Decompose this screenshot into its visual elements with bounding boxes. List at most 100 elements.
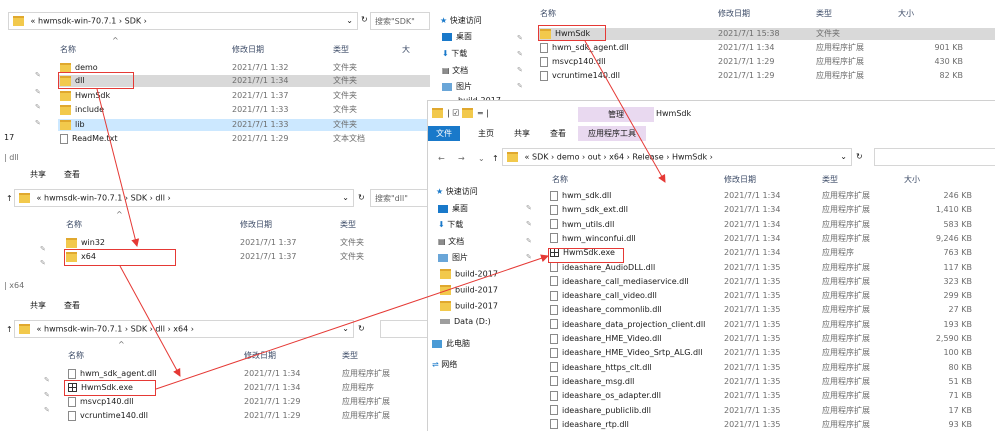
back-arrow-icon[interactable]: ↑ xyxy=(6,325,13,334)
search-input[interactable]: 搜索"dll" xyxy=(370,189,430,207)
col-name-header[interactable]: 名称 xyxy=(552,174,568,185)
crumb-hwmsdk[interactable]: hwmsdk-win-70.7.1 xyxy=(38,17,116,26)
address-bar[interactable]: « hwmsdk-win-70.7.1 › SDK › dll › x64 › … xyxy=(14,320,354,338)
list-item[interactable]: ideashare_commonlib.dll 2021/7/1 1:35 应用程序… xyxy=(548,304,995,316)
list-item[interactable]: vcruntime140.dll 2021/7/1 1:29 应用程序扩展 82… xyxy=(538,70,995,82)
tab-home[interactable]: 主页 xyxy=(478,128,494,139)
list-item[interactable]: ideashare_HME_Video_Srtp_ALG.dll 2021/7/1… xyxy=(548,347,995,359)
list-item[interactable]: vcruntime140.dll 2021/7/1 1:29 应用程序扩展 xyxy=(66,410,430,422)
tab-share[interactable]: 共享 xyxy=(514,128,530,139)
chevron-down-icon[interactable]: ⌄ xyxy=(342,324,349,333)
tab-file[interactable]: 文件 xyxy=(428,126,460,141)
list-item[interactable]: ReadMe.txt 2021/7/1 1:29 文本文档 xyxy=(58,133,430,145)
nav-pictures[interactable]: 图片 xyxy=(442,81,472,92)
back-arrow-icon[interactable]: ↑ xyxy=(6,194,13,203)
refresh-icon[interactable]: ↻ xyxy=(856,152,863,161)
list-item[interactable]: hwm_sdk_ext.dll 2021/7/1 1:34 应用程序扩展 1,410 … xyxy=(548,204,995,216)
chevron-down-icon[interactable]: ⌄ xyxy=(346,16,353,25)
col-type-header[interactable]: 类型 xyxy=(340,219,356,230)
address-bar[interactable]: « hwmsdk-win-70.7.1 › SDK › ⌄ xyxy=(8,12,358,30)
search-input[interactable] xyxy=(380,320,430,338)
address-bar[interactable]: « hwmsdk-win-70.7.1 › SDK › dll › ⌄ xyxy=(14,189,354,207)
list-item[interactable]: hwm_sdk_agent.dll 2021/7/1 1:34 应用程序扩展 xyxy=(66,368,430,380)
list-item[interactable]: ideashare_call_video.dll 2021/7/1 1:35 应用程… xyxy=(548,290,995,302)
refresh-icon[interactable]: ↻ xyxy=(358,193,365,202)
file-type: 应用程序扩展 xyxy=(822,219,870,229)
col-name-header[interactable]: 名称 xyxy=(60,44,76,55)
col-name-header[interactable]: 名称 xyxy=(540,8,556,19)
list-item[interactable]: include 2021/7/1 1:33 文件夹 xyxy=(58,104,430,116)
crumb-back[interactable]: « xyxy=(31,17,36,26)
list-item[interactable]: ideashare_rtp.dll 2021/7/1 1:35 应用程序扩展 93 K… xyxy=(548,419,995,431)
nav-quick-access[interactable]: ★ 快速访问 xyxy=(440,15,482,26)
search-input[interactable]: 搜索"SDK" xyxy=(370,12,430,30)
col-date-header[interactable]: 修改日期 xyxy=(240,219,272,230)
crumb-sdk[interactable]: SDK xyxy=(125,17,141,26)
forward-icon[interactable]: → xyxy=(458,154,465,163)
chevron-down-icon[interactable]: ⌄ xyxy=(342,193,349,202)
col-type-header[interactable]: 类型 xyxy=(333,44,349,55)
col-type-header[interactable]: 类型 xyxy=(342,350,358,361)
nav-documents[interactable]: ▤ 文档 xyxy=(438,236,464,247)
nav-data-drive[interactable]: Data (D:) xyxy=(440,317,491,326)
list-item[interactable]: hwm_sdk_agent.dll 2021/7/1 1:34 应用程序扩展 9… xyxy=(538,42,995,54)
list-item[interactable]: ideashare_msg.dll 2021/7/1 1:35 应用程序扩展 51 K… xyxy=(548,376,995,388)
col-date-header[interactable]: 修改日期 xyxy=(232,44,264,55)
manage-tab-header[interactable]: 管理 xyxy=(578,107,654,122)
file-size: 100 KB xyxy=(943,348,972,358)
nav-this-pc[interactable]: 此电脑 xyxy=(432,338,470,349)
up-arrow-icon[interactable]: ↑ xyxy=(492,154,499,163)
col-name-header[interactable]: 名称 xyxy=(68,350,84,361)
list-item[interactable]: hwm_winconfui.dll 2021/7/1 1:34 应用程序扩展 9,24… xyxy=(548,233,995,245)
chevron-down-icon[interactable]: ⌄ xyxy=(478,154,485,163)
col-size-header[interactable]: 大 xyxy=(402,44,410,55)
nav-pictures[interactable]: 图片 xyxy=(438,252,468,263)
tab-view[interactable]: 查看 xyxy=(64,169,80,180)
list-item[interactable]: ideashare_call_mediaservice.dll 2021/7/1 … xyxy=(548,276,995,288)
list-item[interactable]: msvcp140.dll 2021/7/1 1:29 应用程序扩展 430 KB xyxy=(538,56,995,68)
nav-desktop[interactable]: 桌面 xyxy=(438,203,468,214)
nav-build-2017[interactable]: build-2017 xyxy=(440,269,498,279)
refresh-icon[interactable]: ↻ xyxy=(361,15,368,24)
list-item[interactable]: ideashare_publiclib.dll 2021/7/1 1:35 应用程序… xyxy=(548,405,995,417)
list-item[interactable]: win32 2021/7/1 1:37 文件夹 xyxy=(64,237,430,249)
list-item[interactable]: msvcp140.dll 2021/7/1 1:29 应用程序扩展 xyxy=(66,396,430,408)
nav-downloads[interactable]: ⬇ 下载 xyxy=(442,48,467,59)
tab-app-tools[interactable]: 应用程序工具 xyxy=(578,126,646,141)
list-item[interactable]: hwm_sdk.dll 2021/7/1 1:34 应用程序扩展 246 KB xyxy=(548,190,995,202)
list-item[interactable]: ideashare_AudioDLL.dll 2021/7/1 1:35 应用程序扩… xyxy=(548,262,995,274)
col-type-header[interactable]: 类型 xyxy=(822,174,838,185)
col-size-header[interactable]: 大小 xyxy=(904,174,920,185)
nav-network[interactable]: ⇌ 网络 xyxy=(432,359,457,370)
list-item[interactable]: lib 2021/7/1 1:33 文件夹 xyxy=(58,119,430,131)
tab-share[interactable]: 共享 xyxy=(30,300,46,311)
quick-access-toolbar[interactable]: | ☑ = | xyxy=(432,108,489,118)
nav-build-2017[interactable]: build-2017 xyxy=(440,285,498,295)
refresh-icon[interactable]: ↻ xyxy=(358,324,365,333)
col-date-header[interactable]: 修改日期 xyxy=(718,8,750,19)
col-date-header[interactable]: 修改日期 xyxy=(724,174,756,185)
list-item[interactable]: ideashare_data_projection_client.dll 2021… xyxy=(548,319,995,331)
tab-view[interactable]: 查看 xyxy=(550,128,566,139)
nav-desktop[interactable]: 桌面 xyxy=(442,31,472,42)
list-item[interactable]: HwmSdk 2021/7/1 15:38 文件夹 xyxy=(538,28,995,40)
col-date-header[interactable]: 修改日期 xyxy=(244,350,276,361)
chevron-down-icon[interactable]: ⌄ xyxy=(840,152,847,161)
list-item[interactable]: ideashare_os_adapter.dll 2021/7/1 1:35 应用程… xyxy=(548,390,995,402)
list-item[interactable]: ideashare_HME_Video.dll 2021/7/1 1:35 应用程序… xyxy=(548,333,995,345)
tab-share[interactable]: 共享 xyxy=(30,169,46,180)
col-size-header[interactable]: 大小 xyxy=(898,8,914,19)
nav-build-2017[interactable]: build-2017 xyxy=(440,301,498,311)
tab-view[interactable]: 查看 xyxy=(64,300,80,311)
col-name-header[interactable]: 名称 xyxy=(66,219,82,230)
list-item[interactable]: hwm_utils.dll 2021/7/1 1:34 应用程序扩展 583 KB xyxy=(548,219,995,231)
col-type-header[interactable]: 类型 xyxy=(816,8,832,19)
address-bar[interactable]: « SDK › demo › out › x64 › Release › Hwm… xyxy=(502,148,852,166)
nav-downloads[interactable]: ⬇ 下载 xyxy=(438,219,463,230)
nav-quick-access[interactable]: ★ 快速访问 xyxy=(436,186,478,197)
list-item[interactable]: HwmSdk 2021/7/1 1:37 文件夹 xyxy=(58,90,430,102)
back-icon[interactable]: ← xyxy=(438,154,445,163)
nav-documents[interactable]: ▤ 文档 xyxy=(442,65,468,76)
search-input[interactable] xyxy=(874,148,995,166)
list-item[interactable]: ideashare_https_clt.dll 2021/7/1 1:35 应用程序… xyxy=(548,362,995,374)
